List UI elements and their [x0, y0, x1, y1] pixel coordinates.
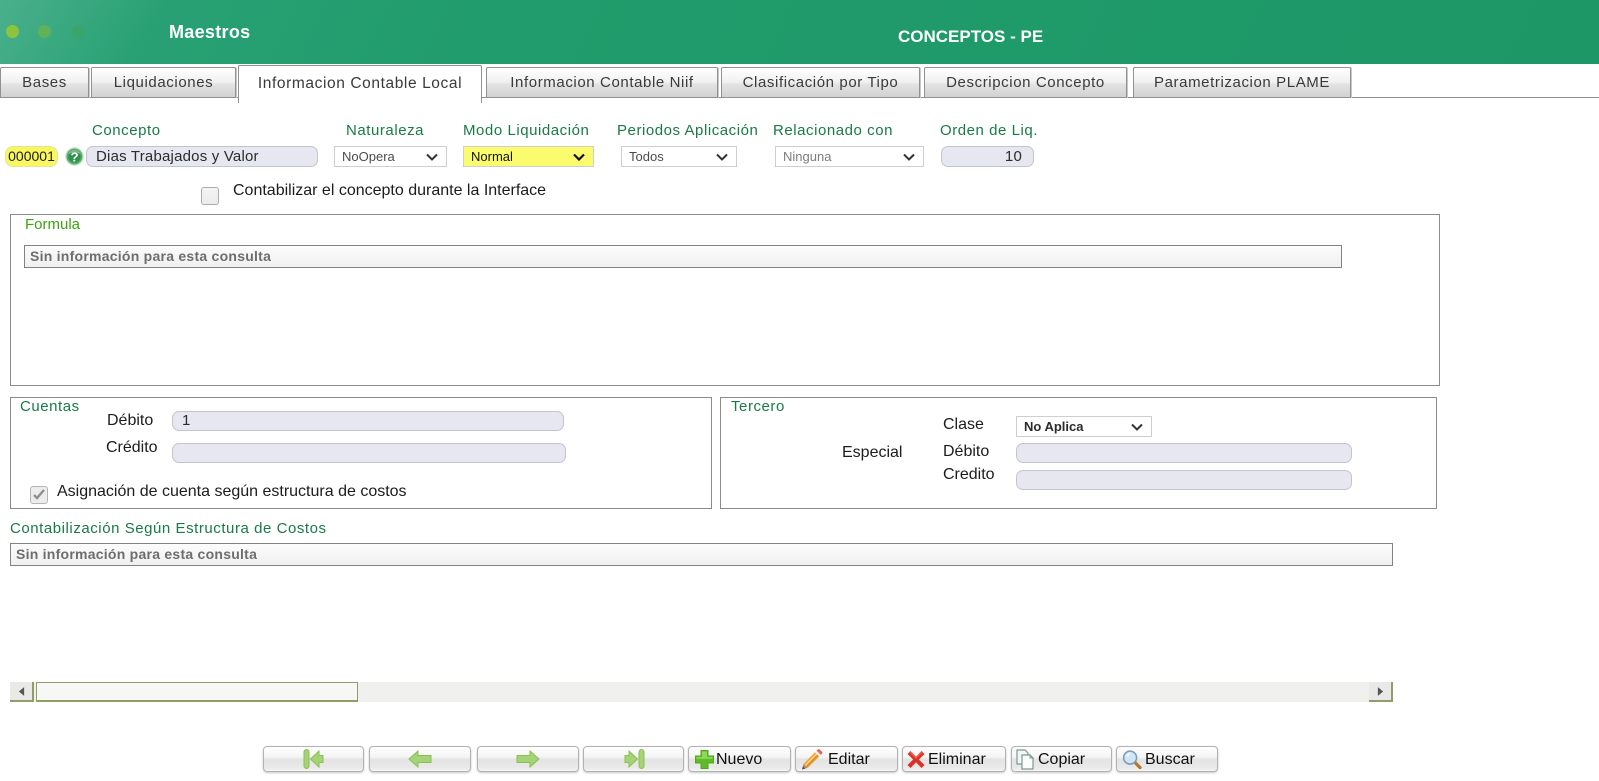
svg-text:?: ? [70, 149, 78, 164]
